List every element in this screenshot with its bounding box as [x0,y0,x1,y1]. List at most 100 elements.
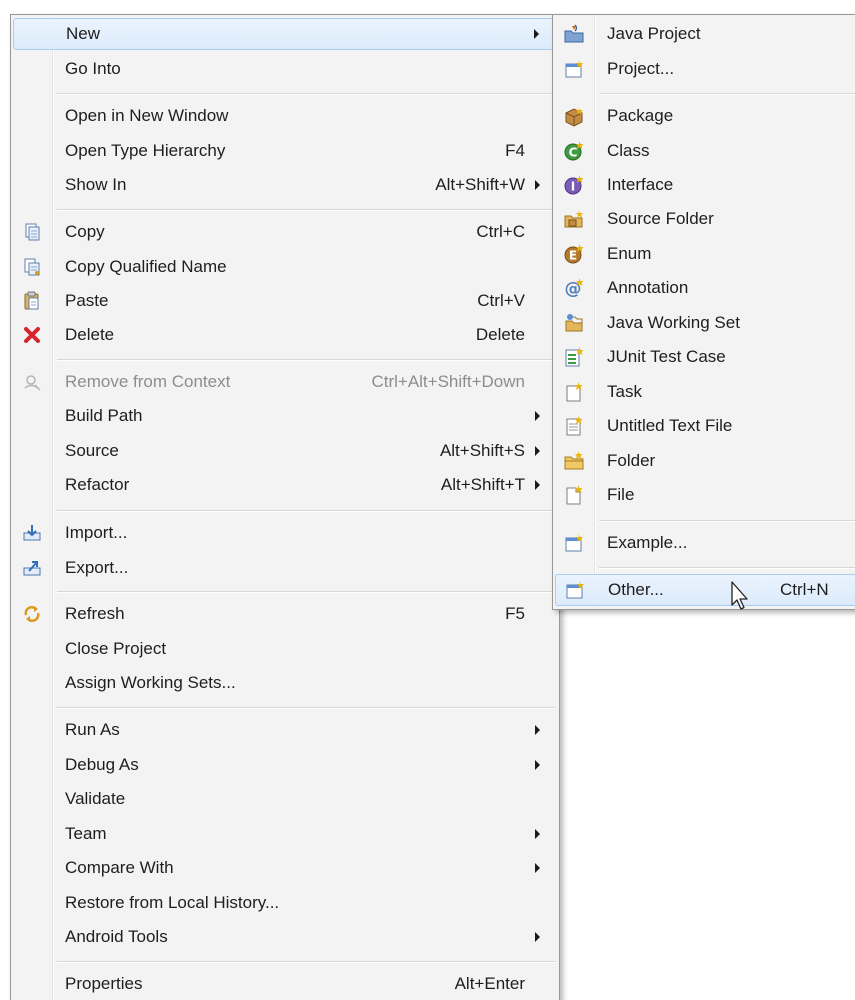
menu-item-other[interactable]: Other... Ctrl+N [555,574,855,606]
menu-separator [57,359,555,361]
menu-item-interface[interactable]: I Interface [555,169,855,201]
menu-item-compare-with[interactable]: Compare With [13,852,557,884]
menu-item-import[interactable]: Import... [13,517,557,549]
menu-item-java-project[interactable]: Java Project [555,18,855,50]
menu-item-annotation[interactable]: @ Annotation [555,272,855,304]
menu-item-label: Debug As [65,755,139,774]
menu-item-copy[interactable]: Copy Ctrl+C [13,216,557,248]
menu-item-task[interactable]: Task [555,376,855,408]
menu-item-shortcut: F4 [505,141,525,160]
menu-separator [57,961,555,963]
menu-item-junit-test-case[interactable]: JUnit Test Case [555,341,855,373]
menu-item-assign-working-sets[interactable]: Assign Working Sets... [13,667,557,699]
menu-item-label: Build Path [65,406,143,425]
submenu-arrow-icon [535,446,540,456]
junit-test-case-icon [563,346,585,368]
menu-item-label: Compare With [65,858,174,877]
menu-item-label: Delete [65,325,115,344]
menu-item-open-type-hierarchy[interactable]: Open Type Hierarchy F4 [13,135,557,167]
menu-item-label: Team [65,824,107,843]
menu-item-shortcut: F5 [505,604,525,623]
menu-item-label: Copy Qualified Name [65,257,227,276]
menu-item-delete[interactable]: Delete Delete [13,319,557,351]
menu-item-show-in[interactable]: Show In Alt+Shift+W [13,169,557,201]
menu-item-copy-qualified-name[interactable]: Copy Qualified Name [13,251,557,283]
menu-item-shortcut: Delete [475,325,525,344]
menu-separator [57,209,555,211]
menu-item-android-tools[interactable]: Android Tools [13,921,557,953]
menu-item-validate[interactable]: Validate [13,783,557,815]
menu-item-label: Java Project [607,24,701,43]
menu-item-debug-as[interactable]: Debug As [13,749,557,781]
menu-separator [599,567,855,569]
menu-item-java-working-set[interactable]: Java Working Set [555,307,855,339]
java-project-icon [563,23,585,45]
menu-item-file[interactable]: File [555,479,855,511]
delete-icon [21,324,43,346]
menu-item-export[interactable]: Export... [13,552,557,584]
submenu-arrow-icon [535,480,540,490]
paste-icon [21,290,43,312]
menu-item-label: Other... [608,580,664,599]
menu-item-shortcut: Alt+Shift+S [439,441,525,460]
menu-item-paste[interactable]: Paste Ctrl+V [13,285,557,317]
menu-item-refresh[interactable]: Refresh F5 [13,598,557,630]
export-icon [21,557,43,579]
other-icon [564,579,586,601]
svg-text:C: C [569,146,578,160]
menu-item-label: Project... [607,59,675,78]
menu-item-go-into[interactable]: Go Into [13,53,557,85]
menu-item-open-in-new-window[interactable]: Open in New Window [13,100,557,132]
menu-item-refactor[interactable]: Refactor Alt+Shift+T [13,469,557,501]
copy-icon [21,221,43,243]
menu-item-label: Source [65,441,119,460]
menu-item-label: Java Working Set [607,313,740,332]
menu-item-label: Android Tools [65,927,168,946]
menu-item-label: Go Into [65,59,121,78]
menu-item-label: Annotation [607,278,689,297]
menu-item-restore-from-local-history[interactable]: Restore from Local History... [13,887,557,919]
menu-item-label: Paste [65,291,109,310]
menu-item-shortcut: Alt+Shift+T [440,475,525,494]
menu-item-remove-from-context: Remove from Context Ctrl+Alt+Shift+Down [13,366,557,398]
folder-icon [563,450,585,472]
menu-item-folder[interactable]: Folder [555,445,855,477]
menu-item-enum[interactable]: E Enum [555,238,855,270]
svg-text:E: E [569,249,577,263]
menu-item-close-project[interactable]: Close Project [13,633,557,665]
menu-item-label: Import... [65,523,128,542]
menu-item-label: Restore from Local History... [65,893,280,912]
enum-icon: E [563,243,585,265]
menu-item-run-as[interactable]: Run As [13,714,557,746]
menu-separator [599,520,855,522]
menu-item-label: Enum [607,244,652,263]
menu-item-untitled-text-file[interactable]: Untitled Text File [555,410,855,442]
menu-item-new[interactable]: New [13,18,557,50]
menu-item-package[interactable]: Package [555,100,855,132]
menu-item-source-folder[interactable]: Source Folder [555,203,855,235]
menu-item-label: Export... [65,558,129,577]
mouse-pointer-icon [730,581,752,613]
menu-item-label: Assign Working Sets... [65,673,236,692]
menu-item-shortcut: Ctrl+Alt+Shift+Down [371,372,525,391]
menu-item-shortcut: Alt+Enter [454,974,525,993]
menu-item-class[interactable]: C Class [555,135,855,167]
menu-item-shortcut: Ctrl+N [780,580,829,599]
submenu-arrow-icon [535,829,540,839]
menu-item-example[interactable]: Example... [555,527,855,559]
svg-text:I: I [571,180,575,194]
menu-item-source[interactable]: Source Alt+Shift+S [13,435,557,467]
submenu-arrow-icon [535,180,540,190]
copy-qualified-name-icon [21,256,43,278]
menu-item-project[interactable]: Project... [555,53,855,85]
menu-item-label: Properties [65,974,143,993]
task-icon [563,381,585,403]
menu-item-label: Folder [607,451,656,470]
menu-item-team[interactable]: Team [13,818,557,850]
submenu-arrow-icon [535,411,540,421]
java-working-set-icon [563,312,585,334]
menu-item-properties[interactable]: Properties Alt+Enter [13,968,557,1000]
menu-item-label: Refresh [65,604,125,623]
menu-item-build-path[interactable]: Build Path [13,400,557,432]
menu-item-label: JUnit Test Case [607,347,726,366]
